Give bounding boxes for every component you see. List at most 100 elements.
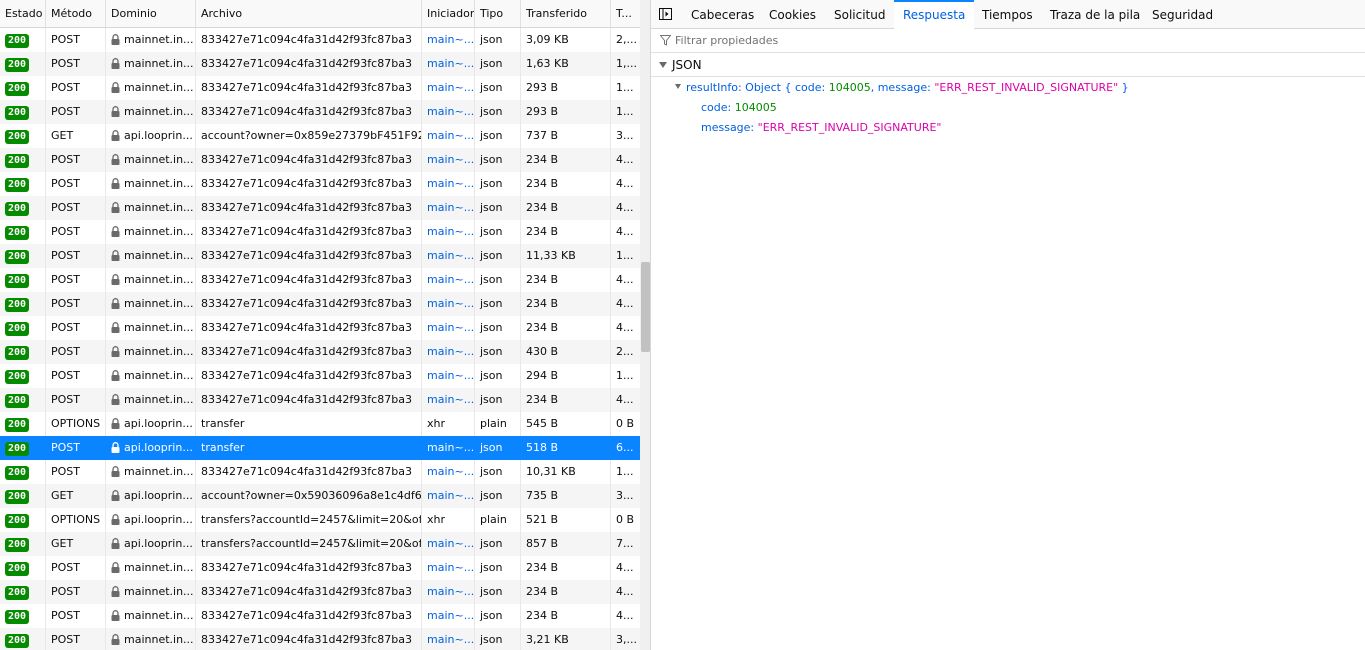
request-row[interactable]: 200 POST mainnet.in... 833427e71c094c4fa31d… <box>0 364 640 388</box>
status-badge: 200 <box>5 226 30 240</box>
request-row[interactable]: 200 POST api.looprin... transfer main~... jso… <box>0 436 640 460</box>
initiator-cell[interactable]: main~... <box>422 628 475 650</box>
request-row[interactable]: 200 POST mainnet.in... 833427e71c094c4fa31d… <box>0 316 640 340</box>
tab-tiempos[interactable]: Tiempos <box>982 0 1033 28</box>
request-row[interactable]: 200 POST mainnet.in... 833427e71c094c4fa31d… <box>0 580 640 604</box>
request-row[interactable]: 200 OPTIONS api.looprin... transfer xhr plain… <box>0 412 640 436</box>
json-section-title: JSON <box>672 58 702 72</box>
file-cell: 833427e71c094c4fa31d42f93fc87ba3 <box>196 76 422 100</box>
initiator-cell[interactable]: main~... <box>422 244 475 268</box>
initiator-cell[interactable]: main~... <box>422 148 475 172</box>
request-row[interactable]: 200 POST mainnet.in... 833427e71c094c4fa31d… <box>0 172 640 196</box>
request-row[interactable]: 200 POST mainnet.in... 833427e71c094c4fa31d… <box>0 244 640 268</box>
domain-text: api.looprin... <box>124 417 193 430</box>
tab-seguridad[interactable]: Seguridad <box>1152 0 1213 28</box>
tab-solicitud[interactable]: Solicitud <box>834 0 886 28</box>
column-header-file[interactable]: Archivo <box>196 0 422 27</box>
request-row[interactable]: 200 POST mainnet.in... 833427e71c094c4fa31d… <box>0 628 640 650</box>
expand-arrow-icon[interactable] <box>675 84 681 89</box>
domain-cell: mainnet.in... <box>106 196 196 220</box>
request-row[interactable]: 200 POST mainnet.in... 833427e71c094c4fa31d… <box>0 100 640 124</box>
column-header-method[interactable]: Método <box>46 0 106 27</box>
status-cell: 200 <box>0 508 46 532</box>
initiator-cell[interactable]: main~... <box>422 28 475 52</box>
request-row[interactable]: 200 POST mainnet.in... 833427e71c094c4fa31d… <box>0 148 640 172</box>
initiator-cell[interactable]: main~... <box>422 556 475 580</box>
initiator-cell[interactable]: main~... <box>422 124 475 148</box>
file-cell: 833427e71c094c4fa31d42f93fc87ba3 <box>196 52 422 76</box>
status-badge: 200 <box>5 586 30 600</box>
column-header-time[interactable]: T... <box>611 0 640 27</box>
initiator-cell[interactable]: main~... <box>422 436 475 460</box>
column-header-initiator[interactable]: Iniciador <box>422 0 475 27</box>
domain-cell: mainnet.in... <box>106 76 196 100</box>
file-cell: 833427e71c094c4fa31d42f93fc87ba3 <box>196 148 422 172</box>
request-row[interactable]: 200 POST mainnet.in... 833427e71c094c4fa31d… <box>0 388 640 412</box>
initiator-cell[interactable]: main~... <box>422 532 475 556</box>
request-row[interactable]: 200 GET api.looprin... account?owner=0x5903… <box>0 484 640 508</box>
request-row[interactable]: 200 OPTIONS api.looprin... transfers?accoun… <box>0 508 640 532</box>
transferred-cell: 857 B <box>521 532 611 556</box>
initiator-cell[interactable]: main~... <box>422 172 475 196</box>
initiator-cell[interactable]: main~... <box>422 220 475 244</box>
request-row[interactable]: 200 POST mainnet.in... 833427e71c094c4fa31d… <box>0 460 640 484</box>
status-badge: 200 <box>5 538 30 552</box>
request-row[interactable]: 200 POST mainnet.in... 833427e71c094c4fa31d… <box>0 76 640 100</box>
column-header-type[interactable]: Tipo <box>475 0 521 27</box>
initiator-cell[interactable]: main~... <box>422 76 475 100</box>
initiator-cell[interactable]: main~... <box>422 364 475 388</box>
request-row[interactable]: 200 POST mainnet.in... 833427e71c094c4fa31d… <box>0 28 640 52</box>
tab-cookies[interactable]: Cookies <box>769 0 816 28</box>
status-badge: 200 <box>5 34 30 48</box>
initiator-cell[interactable]: main~... <box>422 460 475 484</box>
json-tree-root-row[interactable]: resultInfo: Object { code: 104005, messa… <box>675 78 1129 98</box>
json-tree-message-row[interactable]: message: "ERR_REST_INVALID_SIGNATURE" <box>701 118 941 138</box>
json-tree-code-row[interactable]: code: 104005 <box>701 98 777 118</box>
request-row[interactable]: 200 POST mainnet.in... 833427e71c094c4fa31d… <box>0 340 640 364</box>
method-cell: GET <box>46 124 106 148</box>
panel-toggle-icon[interactable] <box>659 8 672 20</box>
initiator-cell[interactable]: main~... <box>422 268 475 292</box>
tab-traza-de-la-pila[interactable]: Traza de la pila <box>1050 0 1140 28</box>
scrollbar-thumb[interactable] <box>641 262 650 352</box>
initiator-cell[interactable]: main~... <box>422 316 475 340</box>
column-header-transferred[interactable]: Transferido <box>521 0 611 27</box>
request-row[interactable]: 200 POST mainnet.in... 833427e71c094c4fa31d… <box>0 52 640 76</box>
column-header-domain[interactable]: Dominio <box>106 0 196 27</box>
method-cell: POST <box>46 76 106 100</box>
method-cell: GET <box>46 484 106 508</box>
time-cell: 6... <box>616 441 634 454</box>
expand-arrow-icon[interactable] <box>659 62 667 68</box>
request-row[interactable]: 200 POST mainnet.in... 833427e71c094c4fa31d… <box>0 220 640 244</box>
request-row[interactable]: 200 GET api.looprin... account?owner=0x859e… <box>0 124 640 148</box>
lock-icon <box>111 246 120 261</box>
request-row[interactable]: 200 POST mainnet.in... 833427e71c094c4fa31d… <box>0 604 640 628</box>
initiator-cell[interactable]: main~... <box>422 340 475 364</box>
transferred-cell: 234 B <box>521 196 611 220</box>
initiator-cell[interactable]: main~... <box>422 292 475 316</box>
status-badge: 200 <box>5 274 30 288</box>
request-row[interactable]: 200 GET api.looprin... transfers?accountId=… <box>0 532 640 556</box>
request-row[interactable]: 200 POST mainnet.in... 833427e71c094c4fa31d… <box>0 268 640 292</box>
transferred-cell: 294 B <box>521 364 611 388</box>
initiator-cell[interactable]: main~... <box>422 196 475 220</box>
request-list-scrollbar[interactable] <box>640 0 650 650</box>
json-section-header[interactable]: JSON <box>651 53 1365 77</box>
request-row[interactable]: 200 POST mainnet.in... 833427e71c094c4fa31d… <box>0 196 640 220</box>
initiator-cell[interactable]: main~... <box>422 100 475 124</box>
time-cell: 0 B <box>616 417 635 430</box>
initiator-cell[interactable]: main~... <box>422 388 475 412</box>
status-badge: 200 <box>5 418 30 432</box>
request-row[interactable]: 200 POST mainnet.in... 833427e71c094c4fa31d… <box>0 556 640 580</box>
initiator-cell[interactable]: main~... <box>422 484 475 508</box>
initiator-cell[interactable]: main~... <box>422 604 475 628</box>
column-header-status[interactable]: Estado <box>0 0 46 27</box>
tab-respuesta[interactable]: Respuesta <box>894 0 975 29</box>
initiator-cell[interactable]: main~... <box>422 52 475 76</box>
tab-cabeceras[interactable]: Cabeceras <box>691 0 754 28</box>
initiator-cell[interactable]: main~... <box>422 580 475 604</box>
filter-properties-input[interactable] <box>675 32 1275 49</box>
lock-icon <box>111 510 120 525</box>
request-row[interactable]: 200 POST mainnet.in... 833427e71c094c4fa31d… <box>0 292 640 316</box>
file-cell: 833427e71c094c4fa31d42f93fc87ba3 <box>196 268 422 292</box>
